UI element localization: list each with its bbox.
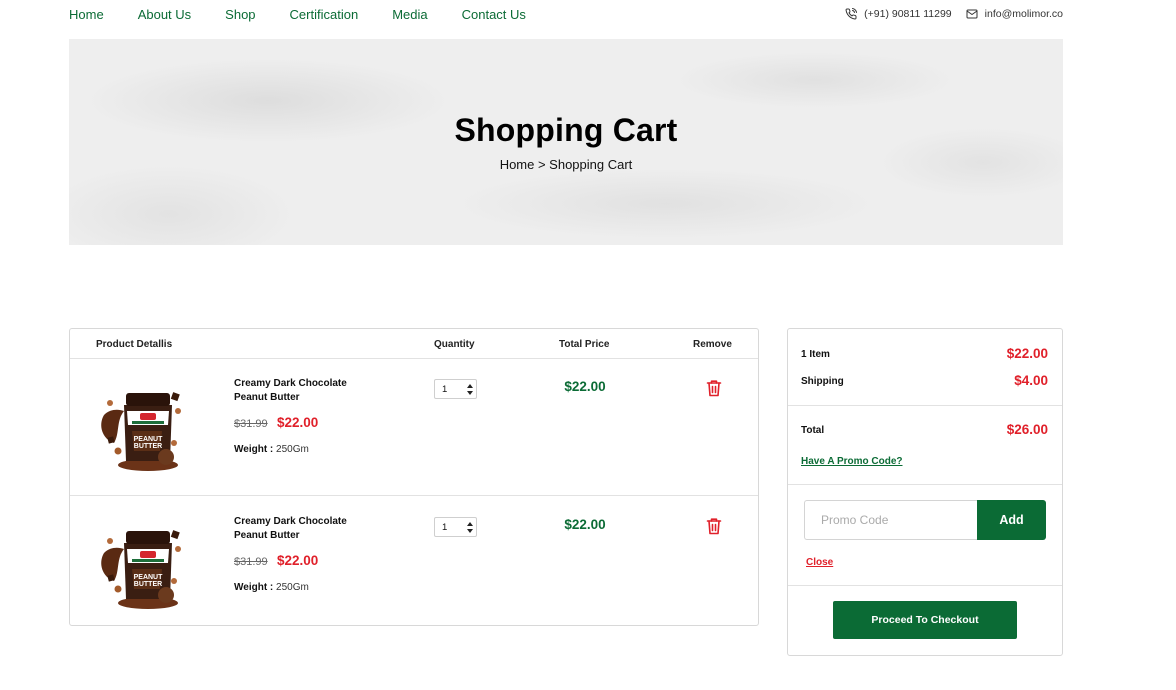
product-image[interactable] (96, 381, 188, 473)
total-value: $26.00 (1006, 422, 1048, 437)
product-price: $22.00 (277, 415, 319, 430)
cart-row: Creamy Dark Chocolate Peanut Butter $31.… (70, 359, 758, 496)
weight-label: Weight : (234, 444, 274, 455)
total-label: Total (801, 425, 825, 436)
product-old-price: $31.99 (234, 556, 268, 568)
trash-icon[interactable] (706, 379, 722, 397)
items-count-label: 1 Item (801, 349, 830, 360)
nav-certification[interactable]: Certification (290, 7, 359, 22)
weight-label: Weight : (234, 582, 274, 593)
phone-icon (845, 8, 858, 20)
quantity-value[interactable]: 1 (442, 522, 447, 533)
header-total-price: Total Price (559, 339, 610, 350)
add-promo-button[interactable]: Add (977, 500, 1046, 540)
quantity-stepper[interactable]: 1 (434, 517, 477, 537)
page-title: Shopping Cart (454, 112, 678, 148)
close-promo-link[interactable]: Close (806, 557, 833, 568)
nav-home[interactable]: Home (69, 7, 104, 22)
header-quantity: Quantity (434, 339, 475, 350)
product-weight: Weight : 250Gm (234, 444, 309, 455)
mail-icon (966, 9, 978, 19)
header-remove: Remove (693, 339, 732, 350)
product-price: $22.00 (277, 553, 319, 568)
header-product-details: Product Detallis (96, 339, 173, 350)
cart-row: Creamy Dark Chocolate Peanut Butter $31.… (70, 497, 758, 625)
nav-shop[interactable]: Shop (225, 7, 255, 22)
cart-table: Product Detallis Quantity Total Price Re… (69, 328, 759, 626)
increment-icon[interactable] (467, 522, 473, 526)
trash-icon[interactable] (706, 517, 722, 535)
phone-number: (+91) 90811 11299 (864, 8, 952, 20)
proceed-to-checkout-button[interactable]: Proceed To Checkout (833, 601, 1017, 639)
divider (788, 405, 1062, 406)
product-name[interactable]: Creamy Dark Chocolate Peanut Butter (234, 377, 374, 405)
product-name[interactable]: Creamy Dark Chocolate Peanut Butter (234, 515, 374, 543)
quantity-value[interactable]: 1 (442, 384, 447, 395)
order-summary: 1 Item $22.00 Shipping $4.00 Total $26.0… (787, 328, 1063, 656)
contact-info: (+91) 90811 11299 info@molimor.co (831, 8, 1063, 20)
shipping-label: Shipping (801, 376, 844, 387)
product-weight: Weight : 250Gm (234, 582, 309, 593)
nav-links: Home About Us Shop Certification Media C… (69, 7, 560, 22)
divider (788, 484, 1062, 485)
top-nav: Home About Us Shop Certification Media C… (69, 0, 1063, 30)
email-contact[interactable]: info@molimor.co (966, 8, 1063, 20)
nav-contact-us[interactable]: Contact Us (462, 7, 526, 22)
cart-header: Product Detallis Quantity Total Price Re… (70, 329, 758, 359)
decrement-icon[interactable] (467, 391, 473, 395)
row-total-price: $22.00 (564, 517, 606, 532)
nav-about-us[interactable]: About Us (138, 7, 191, 22)
promo-code-link[interactable]: Have A Promo Code? (801, 456, 903, 467)
phone-contact[interactable]: (+91) 90811 11299 (845, 8, 952, 20)
email-address: info@molimor.co (984, 8, 1063, 20)
hero-banner: Shopping Cart Home > Shopping Cart (69, 39, 1063, 245)
breadcrumb: Home > Shopping Cart (499, 157, 633, 172)
divider (788, 585, 1062, 586)
promo-code-input[interactable] (804, 500, 978, 540)
items-subtotal: $22.00 (1006, 346, 1048, 361)
product-old-price: $31.99 (234, 418, 268, 430)
product-image[interactable] (96, 519, 188, 611)
shipping-value: $4.00 (1014, 373, 1048, 388)
row-total-price: $22.00 (564, 379, 606, 394)
nav-media[interactable]: Media (392, 7, 427, 22)
weight-value: 250Gm (276, 582, 309, 593)
quantity-stepper[interactable]: 1 (434, 379, 477, 399)
weight-value: 250Gm (276, 444, 309, 455)
decrement-icon[interactable] (467, 529, 473, 533)
increment-icon[interactable] (467, 384, 473, 388)
